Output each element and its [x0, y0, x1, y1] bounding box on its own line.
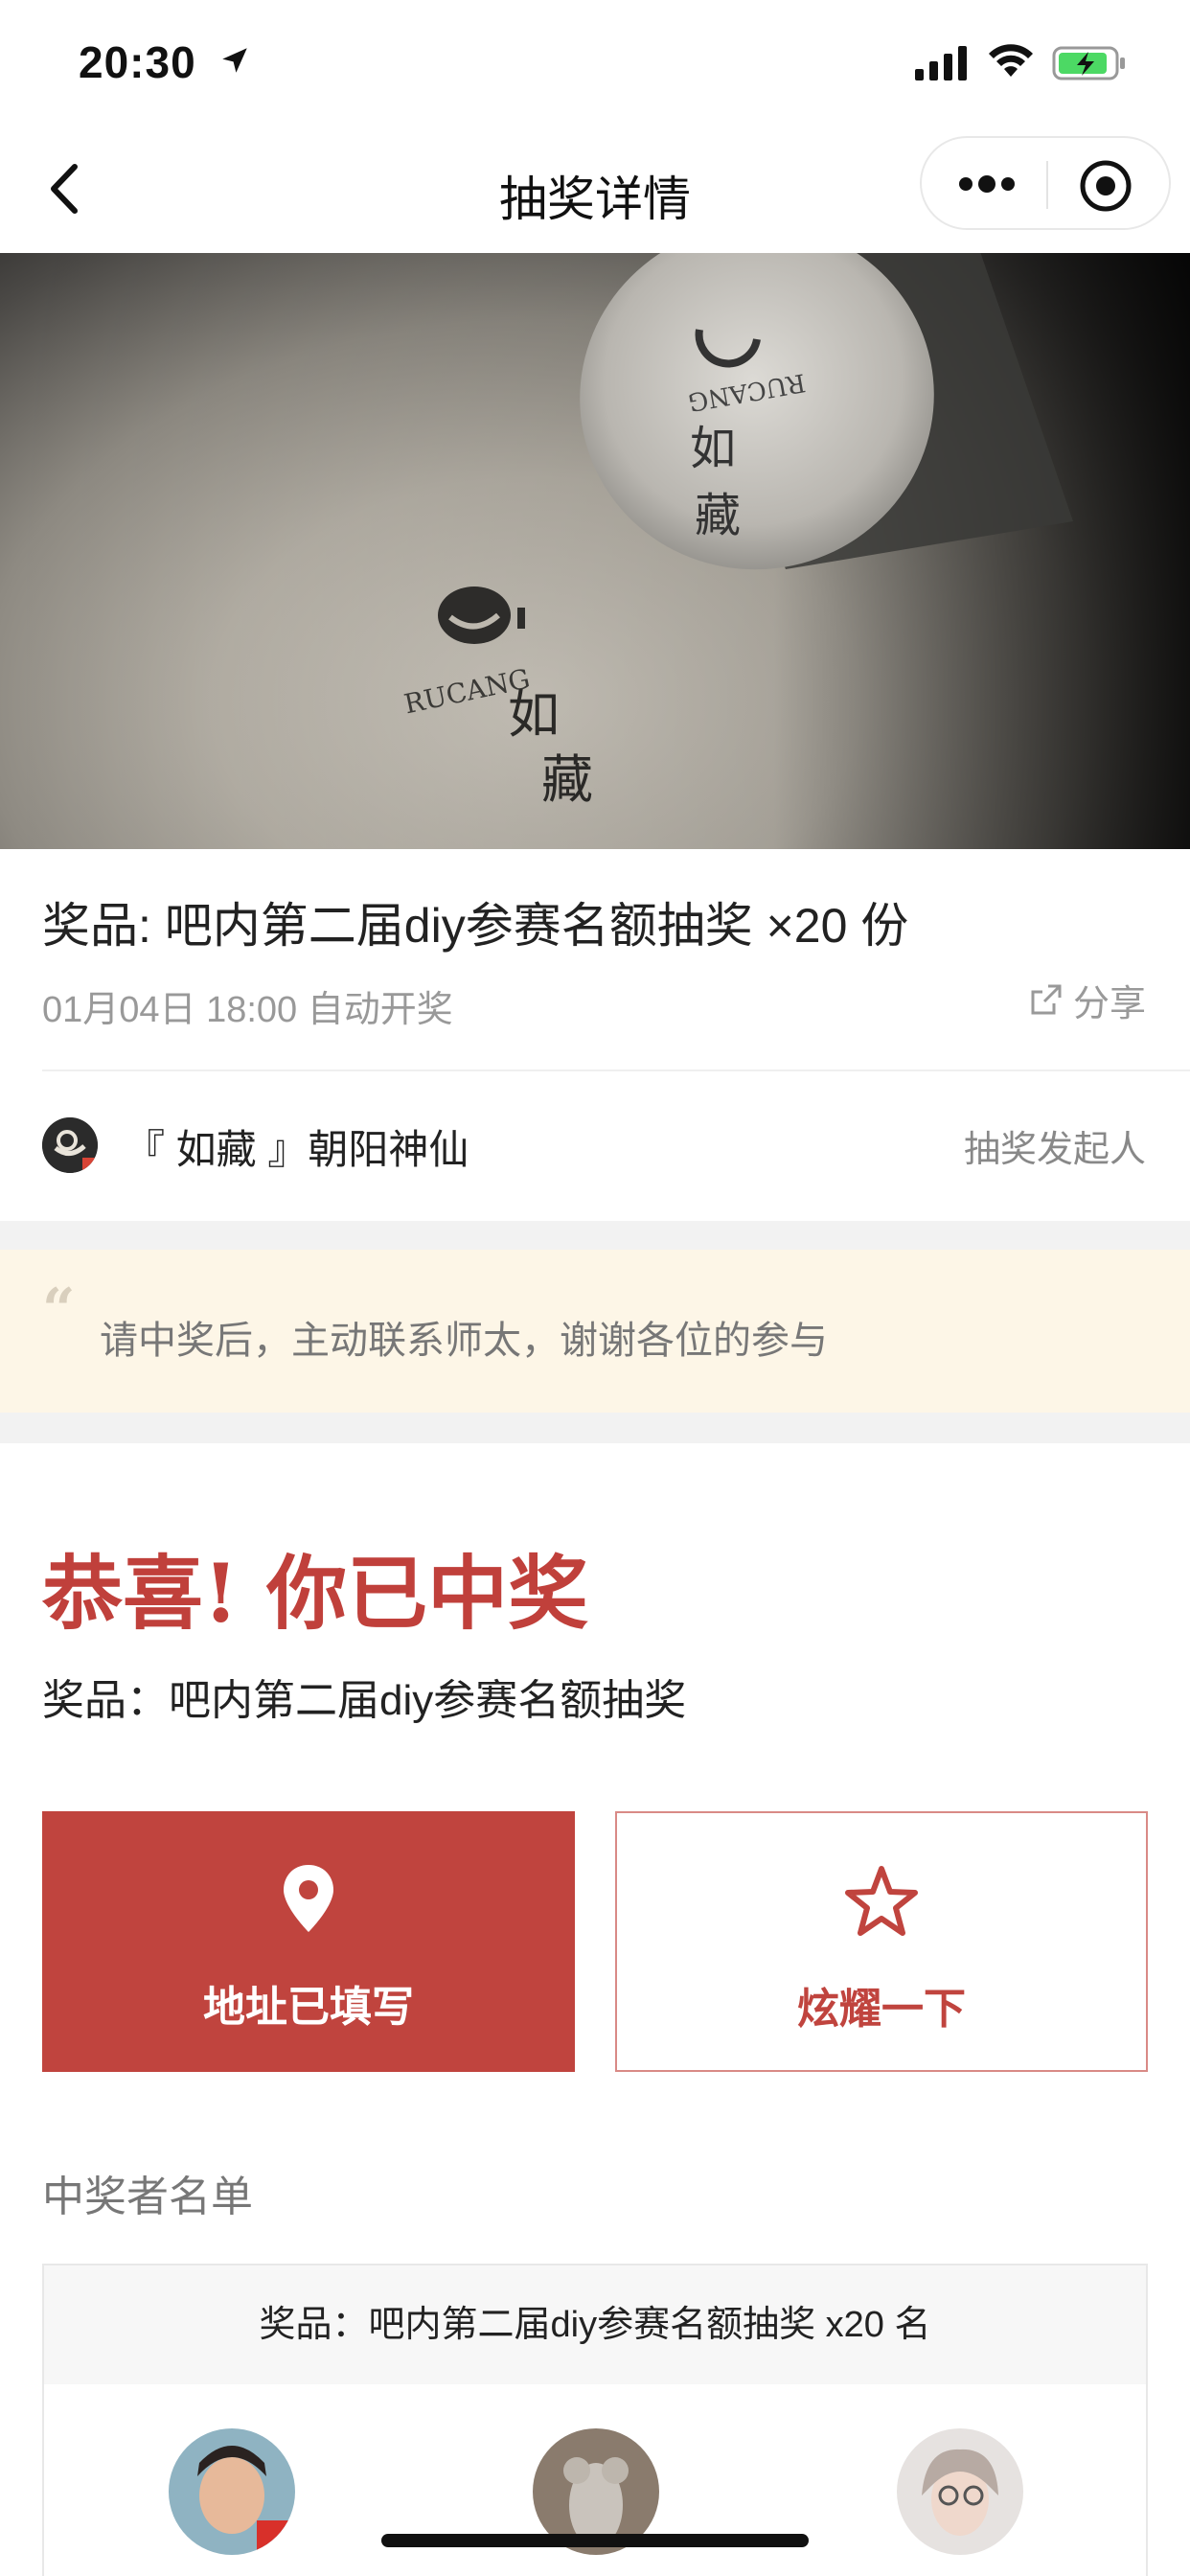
win-prize: 奖品：吧内第二届diy参赛名额抽奖: [42, 1677, 687, 1724]
svg-text:如: 如: [508, 684, 560, 745]
share-icon: [1031, 984, 1062, 1015]
mini-program-capsule: [920, 136, 1171, 230]
svg-text:如: 如: [690, 422, 736, 475]
star-icon: [845, 1866, 918, 1936]
location-arrow-icon: [222, 48, 247, 73]
nav-bar: 抽奖详情: [0, 126, 1190, 253]
section-gap: [0, 1221, 1190, 1250]
winner-avatar[interactable]: [169, 2428, 295, 2555]
wifi-icon: [989, 44, 1033, 77]
cellular-signal-icon: [915, 46, 967, 80]
draw-time: 01月04日 18:00 自动开奖: [42, 990, 453, 1030]
prize-title: 奖品: 吧内第二届diy参赛名额抽奖 ×20 份: [42, 899, 909, 953]
win-title: 恭喜! 你已中奖: [42, 1546, 589, 1641]
winner-avatar[interactable]: [897, 2428, 1023, 2555]
section-gap: [0, 1413, 1190, 1443]
winners-heading: 中奖者名单: [42, 2174, 253, 2220]
status-bar: 20:30: [0, 0, 1190, 126]
show-off-button-label: 炫耀一下: [797, 1986, 966, 2033]
svg-text:藏: 藏: [541, 749, 593, 810]
share-button[interactable]: 分享: [1027, 976, 1146, 1024]
target-icon[interactable]: [1075, 155, 1136, 217]
avatar: [42, 1117, 98, 1173]
notice-banner: “ 请中奖后，主动联系师太，谢谢各位的参与: [0, 1250, 1190, 1413]
status-time: 20:30: [79, 37, 196, 87]
rucang-seal-photo: RUCANG 如 藏 RUCANG 如 藏: [0, 253, 1190, 849]
more-dots-icon[interactable]: [949, 159, 1025, 209]
capsule-divider: [1046, 161, 1048, 209]
notice-text: 请中奖后，主动联系师太，谢谢各位的参与: [100, 1320, 828, 1362]
svg-text:藏: 藏: [695, 489, 741, 542]
battery-charging-icon: [1052, 46, 1125, 80]
winners-card: 奖品：吧内第二届diy参赛名额抽奖 x20 名: [42, 2264, 1148, 2576]
address-button-label: 地址已填写: [203, 1984, 414, 2031]
sponsor-row[interactable]: 『 如藏 』朝阳神仙 抽奖发起人: [0, 1071, 1190, 1221]
quote-icon: “: [42, 1276, 76, 1344]
show-off-button[interactable]: 炫耀一下: [615, 1811, 1148, 2072]
sponsor-name: 『 如藏 』朝阳神仙: [125, 1127, 469, 1172]
address-button[interactable]: 地址已填写: [42, 1811, 575, 2072]
share-label: 分享: [1072, 983, 1146, 1024]
banner-image: RUCANG 如 藏 RUCANG 如 藏: [0, 253, 1190, 849]
location-pin-icon: [284, 1865, 333, 1932]
winners-card-header: 奖品：吧内第二届diy参赛名额抽奖 x20 名: [44, 2266, 1146, 2384]
home-indicator[interactable]: [381, 2534, 809, 2547]
sponsor-tag: 抽奖发起人: [963, 1130, 1146, 1170]
